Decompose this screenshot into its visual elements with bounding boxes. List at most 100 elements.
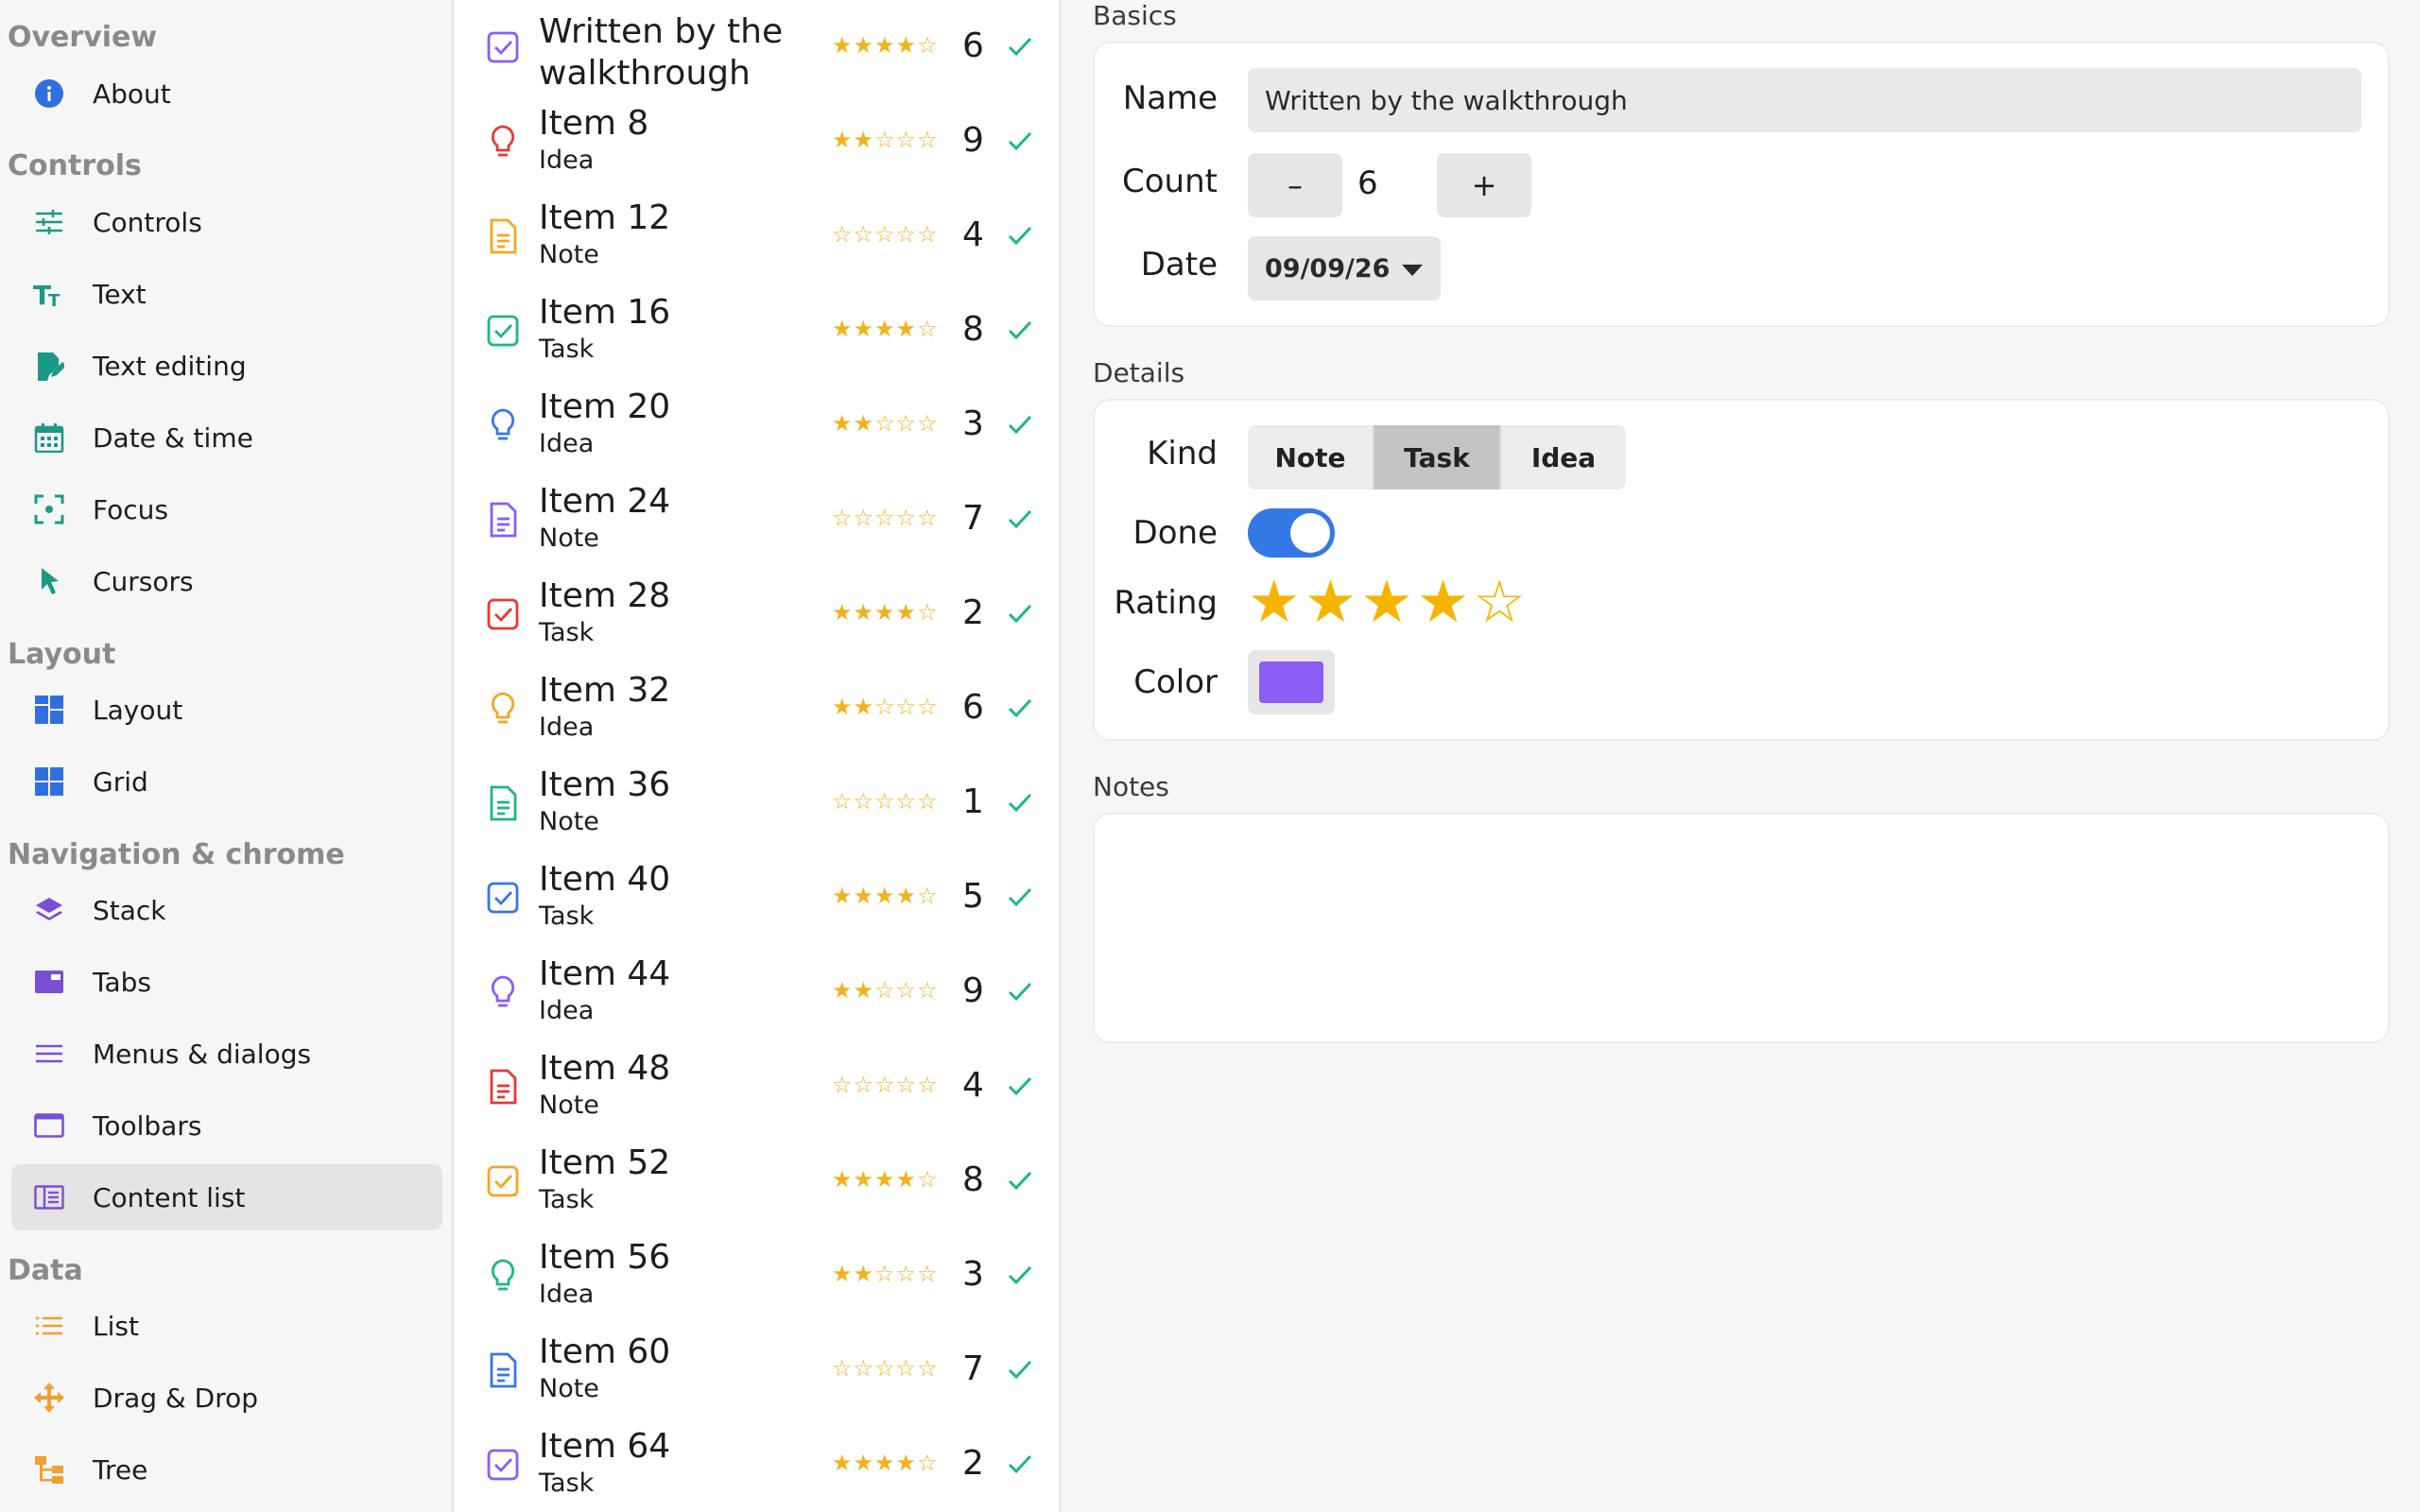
- sidebar-item-label: Text: [93, 278, 147, 310]
- sidebar-item-label: Tree: [93, 1453, 148, 1486]
- tabs-icon: [30, 963, 68, 1001]
- list-item[interactable]: Item 20 Idea ★★☆☆☆ 3: [454, 378, 1059, 472]
- detail-pane: Basics Name Count – 6 + Date 09/09/26 De…: [1061, 0, 2420, 1512]
- item-title: Item 20: [539, 387, 671, 426]
- sidebar-item-date-time[interactable]: Date & time: [11, 404, 442, 471]
- list-item[interactable]: Item 32 Idea ★★☆☆☆ 6: [454, 662, 1059, 756]
- sidebar-item-label: Focus: [93, 493, 168, 525]
- sidebar-item-controls[interactable]: Controls: [11, 189, 442, 255]
- kind-option-note[interactable]: Note: [1248, 425, 1374, 490]
- idea-icon: [484, 123, 522, 161]
- kind-label: Kind: [1147, 435, 1218, 472]
- section-header-controls: Controls: [8, 149, 142, 182]
- kind-option-task[interactable]: Task: [1374, 425, 1501, 490]
- sidebar-item-toolbars[interactable]: Toolbars: [11, 1092, 442, 1159]
- sidebar-item-text[interactable]: TT Text: [11, 261, 442, 327]
- done-label: Done: [1132, 514, 1218, 552]
- rating-stars[interactable]: ★★★★☆: [1248, 569, 1530, 635]
- item-rating-stars: ☆☆☆☆☆: [832, 505, 939, 531]
- item-count: 7: [962, 1349, 984, 1388]
- item-count: 3: [962, 1255, 984, 1294]
- list-item[interactable]: Item 60 Note ☆☆☆☆☆ 7: [454, 1323, 1059, 1418]
- list-item[interactable]: Item 36 Note ☆☆☆☆☆ 1: [454, 756, 1059, 850]
- sidebar-item-label: Layout: [93, 694, 183, 726]
- note-icon: [484, 217, 522, 255]
- list-item[interactable]: Item 8 Idea ★★☆☆☆ 9: [454, 94, 1059, 189]
- sidebar-item-layout[interactable]: Layout: [11, 677, 442, 743]
- sidebar-item-label: Cursors: [93, 565, 194, 597]
- sidebar-item-focus[interactable]: Focus: [11, 476, 442, 542]
- sidebar-item-about[interactable]: About: [11, 60, 442, 127]
- item-title: Written by the walkthrough: [539, 12, 784, 93]
- sliders-icon: [30, 203, 68, 241]
- idea-icon: [484, 1257, 522, 1295]
- list-item[interactable]: Item 64 Task ★★★★☆ 2: [454, 1418, 1059, 1512]
- sidebar-item-label: Menus & dialogs: [93, 1038, 312, 1070]
- item-rating-stars: ☆☆☆☆☆: [832, 221, 939, 248]
- task-icon: [484, 595, 522, 633]
- done-toggle[interactable]: [1248, 508, 1335, 558]
- item-title: Item 8: [539, 104, 649, 143]
- item-subtitle: Note: [539, 807, 599, 836]
- item-title: Item 52: [539, 1143, 671, 1182]
- name-field[interactable]: [1248, 68, 2361, 132]
- task-icon: [484, 1162, 522, 1200]
- checkmark-icon: [1004, 881, 1036, 913]
- tree-icon: [30, 1451, 68, 1488]
- decrement-button[interactable]: –: [1248, 153, 1342, 217]
- list-item[interactable]: Item 24 Note ☆☆☆☆☆ 7: [454, 472, 1059, 567]
- item-count: 4: [962, 215, 984, 254]
- sidebar-item-content-list[interactable]: Content list: [11, 1164, 442, 1230]
- item-title: Item 24: [539, 482, 671, 521]
- sidebar-item-drag-drop[interactable]: Drag & Drop: [11, 1365, 442, 1431]
- item-count: 2: [962, 1444, 984, 1483]
- list-item[interactable]: Item 16 Task ★★★★☆ 8: [454, 284, 1059, 378]
- idea-icon: [484, 690, 522, 728]
- date-picker[interactable]: 09/09/26: [1248, 236, 1441, 301]
- sidebar-item-cursors[interactable]: Cursors: [11, 548, 442, 614]
- sidebar-item-text-editing[interactable]: Text editing: [11, 333, 442, 399]
- sidebar-item-tabs[interactable]: Tabs: [11, 949, 442, 1015]
- focus-icon: [30, 490, 68, 528]
- item-subtitle: Task: [539, 335, 595, 364]
- checkmark-icon: [1004, 1259, 1036, 1291]
- checkmark-icon: [1004, 125, 1036, 157]
- color-well[interactable]: [1248, 650, 1335, 714]
- sidebar-item-label: Tabs: [93, 966, 151, 998]
- list-item[interactable]: Item 12 Note ☆☆☆☆☆ 4: [454, 189, 1059, 284]
- checkmark-icon: [1004, 1448, 1036, 1480]
- sidebar-item-grid[interactable]: Grid: [11, 748, 442, 815]
- item-rating-stars: ★★☆☆☆: [832, 977, 939, 1004]
- item-subtitle: Idea: [539, 713, 595, 742]
- item-title: Item 16: [539, 293, 671, 332]
- item-title: Item 60: [539, 1332, 671, 1371]
- list-item[interactable]: Item 52 Task ★★★★☆ 8: [454, 1134, 1059, 1228]
- list-item[interactable]: Item 40 Task ★★★★☆ 5: [454, 850, 1059, 945]
- item-subtitle: Task: [539, 618, 595, 647]
- notes-area[interactable]: [1093, 813, 2390, 1043]
- increment-button[interactable]: +: [1437, 153, 1531, 217]
- content-list: Written by the walkthrough ★★★★☆ 6 Item 8 Id…: [454, 0, 1061, 1512]
- note-icon: [484, 1351, 522, 1389]
- item-subtitle: Idea: [539, 1280, 595, 1309]
- sidebar-item-list[interactable]: List: [11, 1293, 442, 1359]
- checkmark-icon: [1004, 1164, 1036, 1196]
- item-count: 9: [962, 121, 984, 160]
- layout-icon: [30, 691, 68, 729]
- list-item[interactable]: Item 56 Idea ★★☆☆☆ 3: [454, 1228, 1059, 1323]
- item-count: 8: [962, 1160, 984, 1199]
- cursor-icon: [30, 562, 68, 600]
- list-item[interactable]: Item 48 Note ☆☆☆☆☆ 4: [454, 1040, 1059, 1134]
- sidebar-item-tree[interactable]: Tree: [11, 1436, 442, 1503]
- sidebar-item-stack[interactable]: Stack: [11, 877, 442, 943]
- kind-option-idea[interactable]: Idea: [1501, 425, 1626, 490]
- item-subtitle: Idea: [539, 429, 595, 458]
- list-item[interactable]: Item 44 Idea ★★☆☆☆ 9: [454, 945, 1059, 1040]
- item-subtitle: Task: [539, 1469, 595, 1498]
- sidebar-item-menus-dialogs[interactable]: Menus & dialogs: [11, 1021, 442, 1087]
- chevron-down-icon: [1401, 254, 1424, 284]
- list-item[interactable]: Item 28 Task ★★★★☆ 2: [454, 567, 1059, 662]
- item-rating-stars: ★★☆☆☆: [832, 694, 939, 720]
- section-header-navigation: Navigation & chrome: [8, 838, 345, 871]
- list-item[interactable]: Written by the walkthrough ★★★★☆ 6: [454, 0, 1059, 94]
